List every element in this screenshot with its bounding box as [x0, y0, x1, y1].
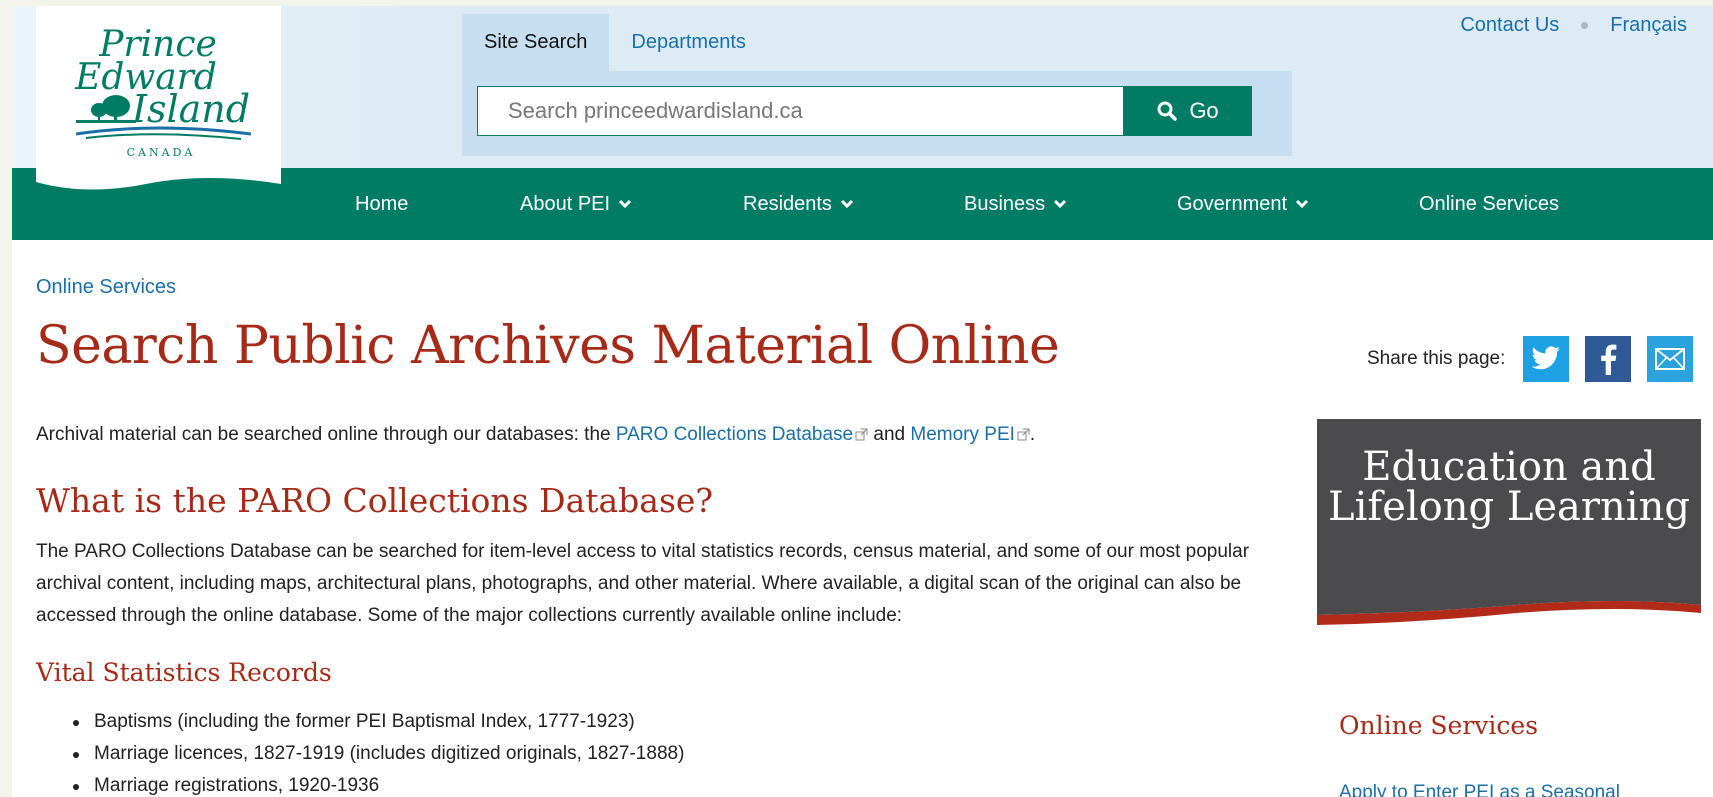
tab-departments[interactable]: Departments [609, 14, 768, 71]
chevron-down-icon [619, 199, 632, 209]
search-box: Go [462, 71, 1292, 156]
paro-database-link[interactable]: PARO Collections Database [616, 424, 868, 445]
nav-item-label: Home [355, 193, 409, 215]
nav-item-residents[interactable]: Residents [743, 168, 854, 240]
list-item: Marriage registrations, 1920-1936 [36, 770, 684, 797]
twitter-icon[interactable] [1523, 336, 1570, 382]
list-item: Marriage licences, 1827-1919 (includes d… [36, 738, 684, 770]
page: Prince Edward Island CANADA Site Search … [12, 6, 1713, 797]
utility-links: Contact Us Français [1460, 14, 1687, 37]
search-panel: Site Search Departments Go [462, 14, 1292, 162]
paro-database-link-label: PARO Collections Database [615, 424, 854, 445]
intro-text: Archival material can be searched online… [36, 424, 616, 445]
separator-dot [1581, 22, 1589, 29]
share-label: Share this page: [1367, 348, 1506, 369]
nav-item-label: About PEI [520, 193, 611, 215]
memory-pei-link-label: Memory PEI [910, 424, 1015, 445]
nav-item-business[interactable]: Business [964, 168, 1067, 240]
intro-text: and [868, 424, 911, 445]
page-title: Search Public Archives Material Online [36, 316, 1060, 376]
svg-text:CANADA: CANADA [127, 146, 196, 159]
education-banner[interactable]: Education and Lifelong Learning [1317, 419, 1713, 631]
external-link-icon [855, 428, 868, 441]
nav-item-about-pei[interactable]: About PEI [520, 168, 632, 240]
nav-item-government[interactable]: Government [1177, 168, 1309, 240]
nav-item-home[interactable]: Home [355, 168, 408, 240]
memory-pei-link[interactable]: Memory PEI [910, 424, 1030, 445]
sidebar-link-seasonal[interactable]: Apply to Enter PEI as a Seasonal [1339, 782, 1620, 797]
nav-item-label: Government [1177, 193, 1288, 215]
chevron-down-icon [840, 199, 853, 209]
nav-item-label: Business [964, 193, 1046, 215]
svg-text:Island: Island [131, 87, 250, 131]
search-tabs: Site Search Departments [462, 14, 768, 71]
facebook-icon[interactable] [1585, 336, 1632, 382]
section-heading: What is the PARO Collections Database? [36, 481, 714, 520]
chevron-down-icon [1296, 199, 1309, 209]
banner-title: Education and Lifelong Learning [1328, 444, 1690, 530]
nav-item-label: Residents [743, 193, 832, 215]
nav-item-label: Online Services [1419, 193, 1560, 215]
external-link-icon [1017, 428, 1030, 441]
tab-site-search[interactable]: Site Search [462, 14, 610, 71]
chevron-down-icon [1054, 199, 1067, 209]
breadcrumb[interactable]: Online Services [36, 276, 176, 299]
language-link[interactable]: Français [1610, 14, 1687, 37]
nav-item-online-services[interactable]: Online Services [1419, 168, 1559, 240]
share-bar: Share this page: [1367, 336, 1694, 382]
records-list: Baptisms (including the former PEI Bapti… [36, 706, 684, 797]
search-icon [1157, 101, 1178, 121]
intro-text: . [1029, 424, 1036, 445]
contact-us-link[interactable]: Contact Us [1460, 14, 1559, 37]
site-logo[interactable]: Prince Edward Island CANADA [36, 6, 281, 202]
section-paragraph: The PARO Collections Database can be sea… [36, 541, 1250, 626]
go-button-label: Go [1189, 98, 1219, 123]
intro-paragraph: Archival material can be searched online… [36, 424, 1035, 446]
search-input[interactable] [477, 86, 1124, 136]
subsection-heading: Vital Statistics Records [36, 658, 332, 687]
email-icon[interactable] [1647, 336, 1694, 382]
go-button[interactable]: Go [1124, 86, 1252, 136]
logo-shield-graphic: Prince Edward Island CANADA [36, 6, 281, 190]
sidebar-heading: Online Services [1339, 711, 1539, 740]
list-item: Baptisms (including the former PEI Bapti… [36, 706, 684, 738]
